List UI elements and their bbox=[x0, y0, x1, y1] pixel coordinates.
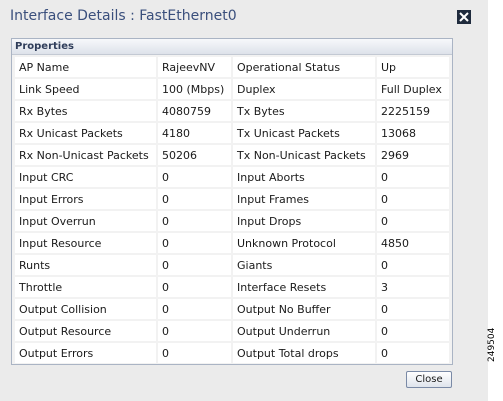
property-name: Tx Unicast Packets bbox=[233, 123, 375, 143]
property-value: 0 bbox=[377, 299, 449, 319]
property-value: 0 bbox=[158, 277, 231, 297]
property-value: 50206 bbox=[158, 145, 231, 165]
property-row: Output Errors 0 Output Total drops 0 bbox=[15, 343, 449, 363]
property-name: Output Errors bbox=[15, 343, 156, 363]
property-value: RajeevNV bbox=[158, 57, 231, 77]
properties-header: Properties bbox=[12, 39, 452, 55]
property-value: 0 bbox=[377, 189, 449, 209]
property-row: Runts 0 Giants 0 bbox=[15, 255, 449, 275]
property-name: Link Speed bbox=[15, 79, 156, 99]
property-name: Tx Bytes bbox=[233, 101, 375, 121]
property-name: Input Resource bbox=[15, 233, 156, 253]
property-value: Full Duplex bbox=[377, 79, 449, 99]
close-button[interactable]: Close bbox=[406, 371, 452, 388]
dialog-title: Interface Details : FastEthernet0 bbox=[10, 8, 237, 24]
properties-table: AP Name RajeevNV Operational Status Up Link … bbox=[13, 55, 451, 365]
property-value: 0 bbox=[377, 255, 449, 275]
property-row: Link Speed 100 (Mbps) Duplex Full Duplex bbox=[15, 79, 449, 99]
property-name: Input Frames bbox=[233, 189, 375, 209]
property-name: Input Drops bbox=[233, 211, 375, 231]
property-row: Output Collision 0 Output No Buffer 0 bbox=[15, 299, 449, 319]
property-value: 0 bbox=[377, 321, 449, 341]
property-value: 4180 bbox=[158, 123, 231, 143]
property-name: Interface Resets bbox=[233, 277, 375, 297]
property-name: Input Aborts bbox=[233, 167, 375, 187]
property-value: 0 bbox=[158, 167, 231, 187]
property-name: AP Name bbox=[15, 57, 156, 77]
property-row: Rx Unicast Packets 4180 Tx Unicast Packets… bbox=[15, 123, 449, 143]
property-name: Operational Status bbox=[233, 57, 375, 77]
property-value: 0 bbox=[158, 299, 231, 319]
property-name: Input Errors bbox=[15, 189, 156, 209]
figure-id: 249504 bbox=[487, 327, 497, 362]
property-value: 0 bbox=[158, 189, 231, 209]
property-row: Input Errors 0 Input Frames 0 bbox=[15, 189, 449, 209]
property-name: Rx Non-Unicast Packets bbox=[15, 145, 156, 165]
property-value: Up bbox=[377, 57, 449, 77]
property-value: 0 bbox=[158, 343, 231, 363]
property-row: Input CRC 0 Input Aborts 0 bbox=[15, 167, 449, 187]
property-value: 0 bbox=[377, 343, 449, 363]
property-name: Unknown Protocol bbox=[233, 233, 375, 253]
property-value: 13068 bbox=[377, 123, 449, 143]
property-value: 3 bbox=[377, 277, 449, 297]
property-value: 2225159 bbox=[377, 101, 449, 121]
property-name: Rx Bytes bbox=[15, 101, 156, 121]
property-value: 0 bbox=[158, 233, 231, 253]
close-x-icon[interactable] bbox=[457, 10, 471, 24]
properties-panel: Properties AP Name RajeevNV Operational St… bbox=[11, 38, 453, 365]
property-name: Output Resource bbox=[15, 321, 156, 341]
property-row: Rx Non-Unicast Packets 50206 Tx Non-Unicas… bbox=[15, 145, 449, 165]
property-value: 4850 bbox=[377, 233, 449, 253]
property-value: 0 bbox=[377, 167, 449, 187]
property-row: Input Resource 0 Unknown Protocol 4850 bbox=[15, 233, 449, 253]
property-row: Throttle 0 Interface Resets 3 bbox=[15, 277, 449, 297]
property-value: 0 bbox=[158, 211, 231, 231]
property-name: Output Underrun bbox=[233, 321, 375, 341]
property-row: Input Overrun 0 Input Drops 0 bbox=[15, 211, 449, 231]
property-row: AP Name RajeevNV Operational Status Up bbox=[15, 57, 449, 77]
property-value: 100 (Mbps) bbox=[158, 79, 231, 99]
property-row: Output Resource 0 Output Underrun 0 bbox=[15, 321, 449, 341]
property-name: Duplex bbox=[233, 79, 375, 99]
property-value: 4080759 bbox=[158, 101, 231, 121]
property-name: Giants bbox=[233, 255, 375, 275]
property-name: Input Overrun bbox=[15, 211, 156, 231]
property-name: Output Total drops bbox=[233, 343, 375, 363]
property-value: 0 bbox=[377, 211, 449, 231]
property-name: Input CRC bbox=[15, 167, 156, 187]
property-name: Tx Non-Unicast Packets bbox=[233, 145, 375, 165]
property-name: Output Collision bbox=[15, 299, 156, 319]
property-value: 2969 bbox=[377, 145, 449, 165]
property-value: 0 bbox=[158, 255, 231, 275]
property-row: Rx Bytes 4080759 Tx Bytes 2225159 bbox=[15, 101, 449, 121]
property-name: Output No Buffer bbox=[233, 299, 375, 319]
interface-details-dialog: Interface Details : FastEthernet0 Proper… bbox=[0, 0, 488, 401]
property-name: Throttle bbox=[15, 277, 156, 297]
property-name: Runts bbox=[15, 255, 156, 275]
property-value: 0 bbox=[158, 321, 231, 341]
property-name: Rx Unicast Packets bbox=[15, 123, 156, 143]
